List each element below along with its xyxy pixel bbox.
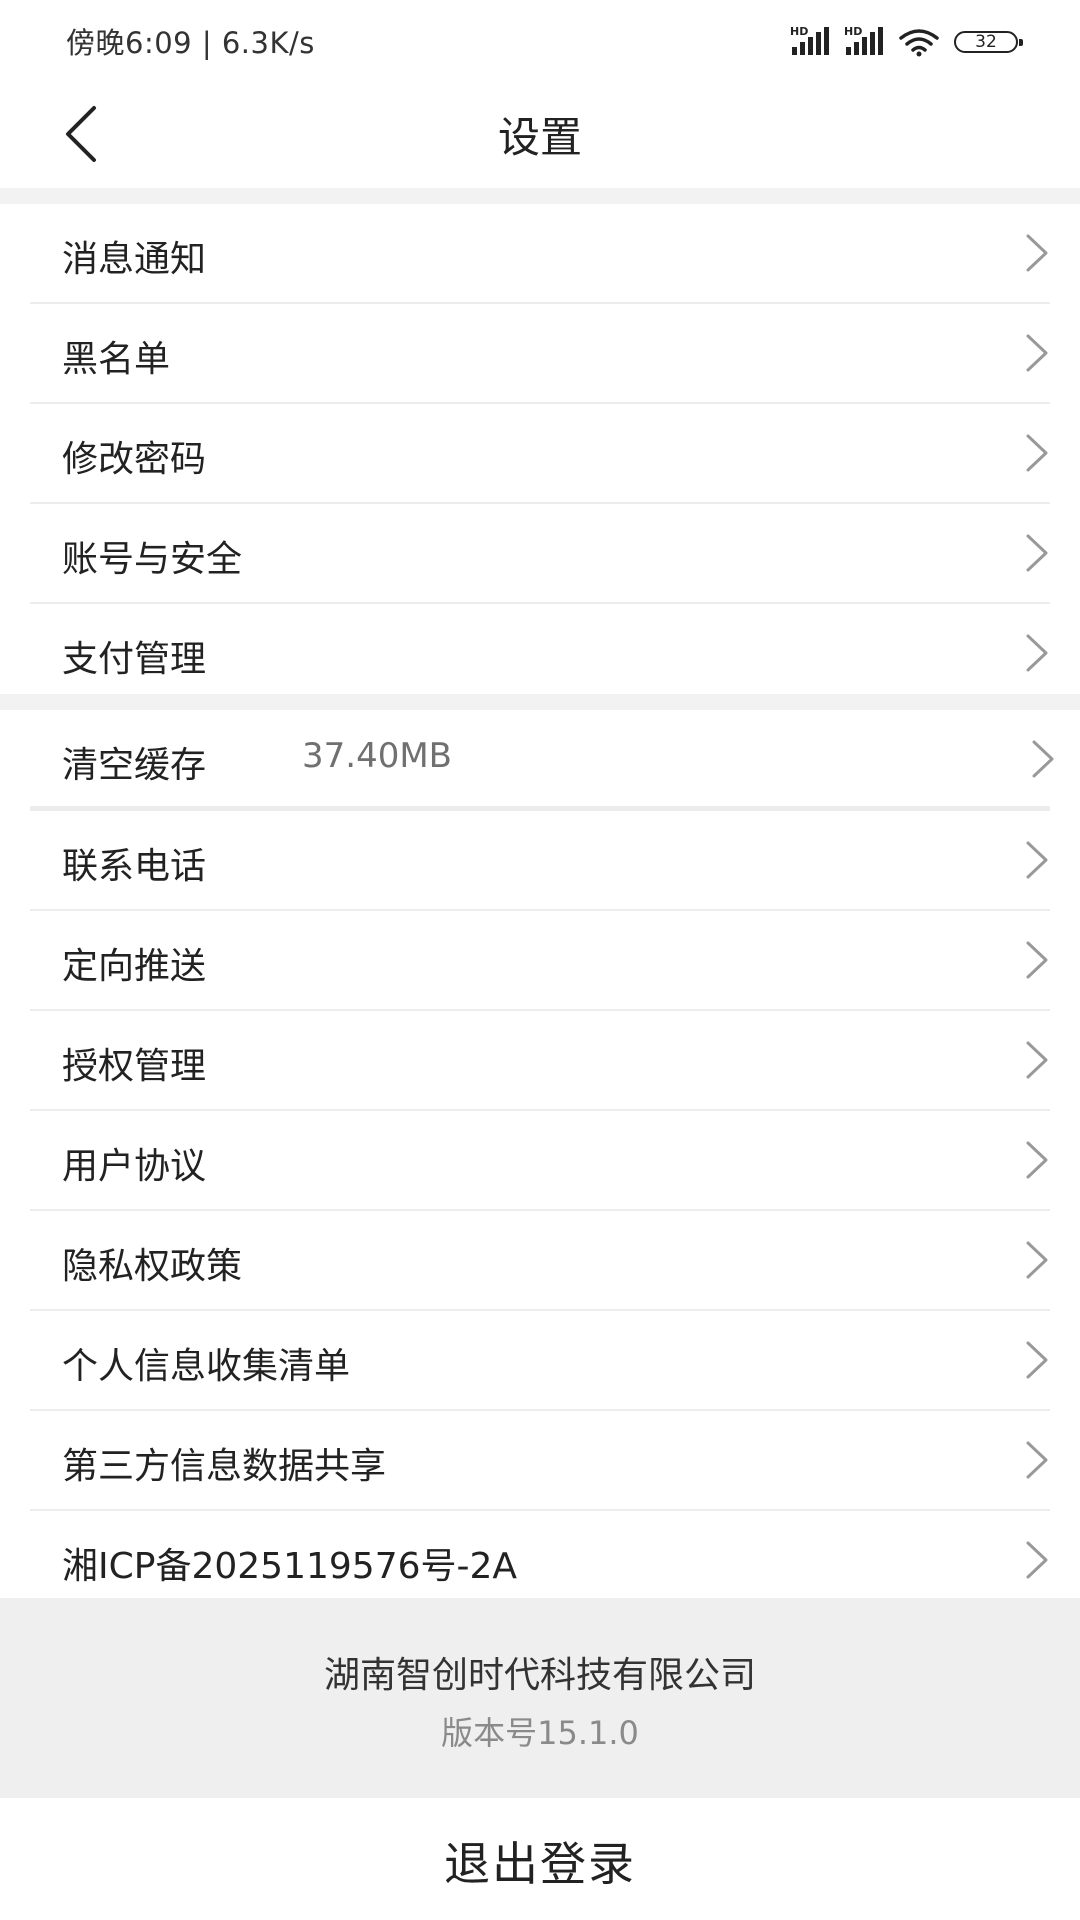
settings-item-change-password[interactable]: 修改密码 bbox=[30, 404, 1050, 504]
settings-item-user-agreement[interactable]: 用户协议 bbox=[30, 1111, 1050, 1211]
cache-size-value: 37.40MB bbox=[302, 736, 452, 776]
logout-button[interactable]: 退出登录 bbox=[0, 1828, 1080, 1894]
settings-item-label: 消息通知 bbox=[62, 239, 207, 280]
settings-item-label: 黑名单 bbox=[62, 339, 171, 380]
settings-group-general: 清空缓存 37.40MB 联系电话 定向推送 授权管理 用户协议 隐私权政策 个… bbox=[0, 710, 1080, 1609]
settings-item-contact-phone[interactable]: 联系电话 bbox=[30, 811, 1050, 911]
settings-item-label: 支付管理 bbox=[62, 639, 207, 680]
chevron-right-icon bbox=[1026, 534, 1048, 572]
settings-item-privacy-policy[interactable]: 隐私权政策 bbox=[30, 1211, 1050, 1311]
settings-item-label: 修改密码 bbox=[62, 439, 207, 480]
settings-item-icp-record[interactable]: 湘ICP备2025119576号-2A bbox=[30, 1511, 1050, 1609]
wifi-icon bbox=[899, 29, 939, 57]
logout-area: 退出登录 bbox=[0, 1798, 1080, 1920]
chevron-right-icon bbox=[1026, 234, 1048, 272]
settings-item-label: 第三方信息数据共享 bbox=[62, 1446, 387, 1487]
settings-item-label: 定向推送 bbox=[62, 946, 207, 987]
company-name: 湖南智创时代科技有限公司 bbox=[323, 1655, 756, 1696]
battery-level: 32 bbox=[975, 32, 997, 52]
chevron-right-icon bbox=[1026, 434, 1048, 472]
settings-item-label: 清空缓存 bbox=[62, 745, 207, 786]
settings-item-label: 联系电话 bbox=[62, 846, 207, 887]
settings-item-third-party-sharing[interactable]: 第三方信息数据共享 bbox=[30, 1411, 1050, 1511]
settings-item-personal-info-list[interactable]: 个人信息收集清单 bbox=[30, 1311, 1050, 1411]
settings-item-clear-cache[interactable]: 清空缓存 37.40MB bbox=[30, 710, 1054, 811]
section-divider bbox=[0, 694, 1080, 710]
version-number: 版本号15.1.0 bbox=[441, 1714, 639, 1752]
battery-icon: 32 bbox=[954, 31, 1023, 53]
chevron-right-icon bbox=[1026, 841, 1048, 879]
chevron-right-icon bbox=[1032, 740, 1054, 778]
chevron-right-icon bbox=[1026, 1341, 1048, 1379]
settings-item-label: 个人信息收集清单 bbox=[62, 1346, 351, 1387]
nav-bar: 设置 bbox=[0, 82, 1080, 188]
section-divider bbox=[0, 188, 1080, 204]
settings-item-payment-management[interactable]: 支付管理 bbox=[30, 604, 1050, 702]
chevron-right-icon bbox=[1026, 941, 1048, 979]
settings-group-account: 消息通知 黑名单 修改密码 账号与安全 支付管理 bbox=[0, 204, 1080, 702]
signal-icon: HD bbox=[790, 25, 830, 57]
settings-item-label: 账号与安全 bbox=[62, 539, 243, 580]
settings-item-label: 隐私权政策 bbox=[62, 1246, 243, 1287]
chevron-right-icon bbox=[1026, 1441, 1048, 1479]
footer-info: 湖南智创时代科技有限公司 版本号15.1.0 bbox=[0, 1598, 1080, 1798]
signal-icon: HD bbox=[844, 25, 884, 57]
settings-item-blacklist[interactable]: 黑名单 bbox=[30, 304, 1050, 404]
settings-item-label: 湘ICP备2025119576号-2A bbox=[62, 1546, 518, 1587]
chevron-right-icon bbox=[1026, 1141, 1048, 1179]
chevron-right-icon bbox=[1026, 634, 1048, 672]
settings-item-authorization[interactable]: 授权管理 bbox=[30, 1011, 1050, 1111]
settings-item-targeted-push[interactable]: 定向推送 bbox=[30, 911, 1050, 1011]
settings-item-account-security[interactable]: 账号与安全 bbox=[30, 504, 1050, 604]
status-bar: 傍晚6:09 | 6.3K/s HD HD 32 bbox=[0, 0, 1080, 82]
chevron-right-icon bbox=[1026, 1041, 1048, 1079]
settings-item-message-notification[interactable]: 消息通知 bbox=[30, 204, 1050, 304]
chevron-right-icon bbox=[1026, 1241, 1048, 1279]
settings-item-label: 授权管理 bbox=[62, 1046, 207, 1087]
status-icons: HD HD 32 bbox=[790, 22, 1023, 62]
status-time: 傍晚6:09 | 6.3K/s bbox=[66, 26, 315, 60]
chevron-right-icon bbox=[1026, 334, 1048, 372]
chevron-right-icon bbox=[1026, 1541, 1048, 1579]
settings-item-label: 用户协议 bbox=[62, 1146, 207, 1187]
page-title: 设置 bbox=[497, 113, 582, 162]
